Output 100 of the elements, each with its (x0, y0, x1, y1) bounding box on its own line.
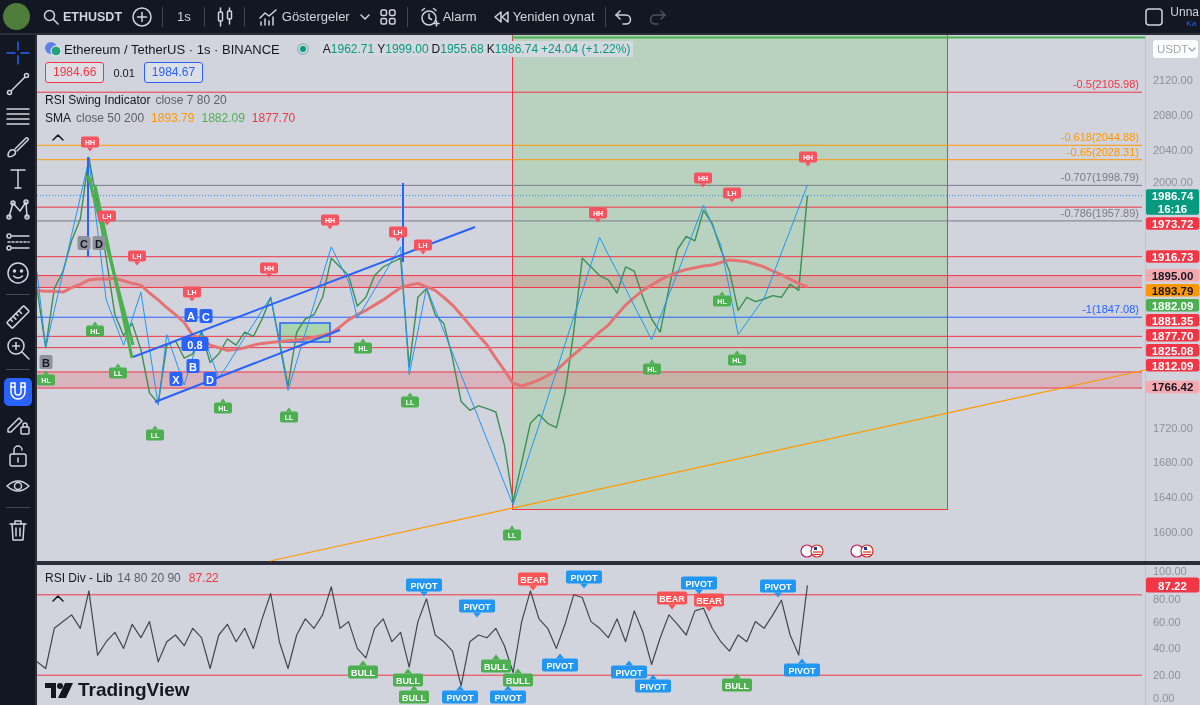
rewind-icon (492, 9, 509, 24)
indicators-button[interactable]: Göstergeler (257, 7, 350, 26)
ohlc-reading: Y1999.00 (374, 41, 429, 57)
value-tag: 87.22 (1146, 577, 1199, 593)
level-label: -0.707(1998.79) (1060, 171, 1139, 184)
magnet-icon[interactable] (3, 377, 32, 406)
signal-label: BULL (348, 660, 378, 679)
price-axis-label: 1720.00 (1153, 421, 1193, 434)
status-dot-icon (296, 43, 309, 55)
price-tag: 1881.35 (1146, 314, 1199, 327)
indicator-value: 1893.79 (151, 111, 195, 125)
level-label: -0.618(2044.88) (1060, 131, 1139, 144)
chevron-down-icon[interactable] (359, 13, 370, 20)
price-axis-label: 2120.00 (1153, 74, 1193, 86)
pattern-point-label: A (184, 308, 198, 322)
price-axis-label: 2080.00 (1153, 108, 1193, 121)
price-axis-label: 1600.00 (1153, 525, 1193, 538)
signal-label: BEAR (518, 572, 548, 591)
level-label: -1(1847.08) (1082, 303, 1139, 316)
signal-label: BEAR (657, 591, 687, 610)
pattern-point-label: D (92, 236, 106, 250)
signal-label: PIVOT (442, 685, 478, 704)
ohlc-reading: D1955.68 (428, 41, 484, 57)
indicator-name: RSI Swing Indicator (45, 93, 151, 107)
pattern-point-label: B (39, 355, 53, 369)
indicator-value: 87.22 (188, 571, 219, 585)
ohlc-reading: A1962.71 (319, 41, 375, 57)
signal-label: BULL (722, 673, 752, 692)
price-change: +24.04 (+1.22%) (538, 41, 634, 57)
price-axis-label: 2040.00 (1153, 143, 1193, 156)
price-tag: 1882.09 (1146, 299, 1199, 312)
signal-label: PIVOT (542, 653, 578, 672)
rsi-axis-label: 20.00 (1153, 669, 1181, 682)
price-axis-label: 1680.00 (1153, 456, 1193, 469)
chevron-up-icon[interactable] (52, 594, 64, 602)
line-chart-icon (257, 7, 278, 26)
account-name[interactable]: Unna (1170, 5, 1199, 18)
brand-name: TradingView (78, 679, 190, 701)
pattern-point-label: C (199, 309, 213, 323)
ruler-icon[interactable] (3, 302, 32, 331)
rsi-axis-label: 80.00 (1153, 592, 1181, 605)
price-tag: 1895.00 (1146, 269, 1199, 282)
plus-circle-icon[interactable] (132, 6, 153, 27)
pattern-point-label: D (203, 372, 217, 386)
candlestick-icon[interactable] (216, 6, 233, 27)
price-tag: 1893.79 (1146, 284, 1199, 297)
pattern-point-label: 0.8 (181, 337, 209, 351)
symbol-search-button[interactable]: ETHUSDT (43, 8, 123, 25)
indicator-params: 14 80 20 90 (117, 571, 181, 585)
rsi-axis-label: 100.00 (1153, 565, 1187, 577)
search-icon (43, 8, 59, 25)
rsi-axis-label: 40.00 (1153, 642, 1181, 655)
signal-label: PIVOT (490, 685, 526, 704)
level-label: -0.65(2028.31) (1066, 145, 1139, 158)
buy-price-button[interactable]: 1984.67 (143, 62, 204, 83)
signal-label: PIVOT (459, 599, 495, 618)
signal-label: PIVOT (406, 578, 442, 597)
signal-label: PIVOT (611, 660, 647, 679)
indicator-value: 1882.09 (201, 111, 245, 125)
flag-marker-icon (800, 544, 824, 558)
interval-button[interactable]: 1s (177, 9, 191, 24)
signal-label: PIVOT (760, 579, 796, 598)
avatar-icon[interactable] (3, 3, 30, 30)
alert-button[interactable]: Alarm (419, 6, 477, 27)
signal-label: BULL (393, 668, 423, 687)
price-tag: 1877.70 (1146, 329, 1199, 342)
price-tag: 1916.73 (1146, 250, 1199, 263)
spread-value: 0.01 (113, 66, 135, 79)
indicator-params: close 50 200 (76, 111, 145, 125)
price-tag: 1766.42 (1146, 380, 1199, 394)
indicator-name: SMA (45, 111, 71, 125)
ohlc-reading: K1986.74 (483, 41, 539, 57)
undo-icon[interactable] (614, 8, 633, 25)
rsi-axis-label: 60.00 (1153, 615, 1181, 628)
signal-label: BEAR (694, 593, 724, 612)
pattern-point-label: C (77, 236, 91, 250)
price-axis-label: 2000.00 (1153, 176, 1193, 189)
price-tag: 1825.08 (1146, 344, 1199, 357)
signal-label: PIVOT (681, 576, 717, 595)
price-axis-label: 1640.00 (1153, 491, 1193, 504)
indicator-value: 1877.70 (251, 111, 296, 125)
signal-label: BULL (399, 685, 429, 704)
grid-icon[interactable] (379, 8, 396, 25)
alarm-clock-icon (419, 6, 440, 27)
signal-label: PIVOT (784, 658, 820, 677)
replay-button[interactable]: Yeniden oynat (492, 9, 595, 24)
price-tag: 1986.74 16:16 (1146, 189, 1199, 215)
signal-label: PIVOT (566, 570, 602, 589)
pattern-point-label: X (169, 372, 183, 386)
account-subtitle[interactable]: Ka (1186, 19, 1197, 28)
caret-icon (1188, 46, 1197, 52)
chevron-up-icon[interactable] (52, 133, 64, 141)
indicator-params: close 7 80 20 (155, 93, 227, 107)
pattern-point-label: B (186, 359, 200, 373)
square-icon[interactable] (1144, 6, 1165, 27)
level-label: -0.786(1957.89) (1060, 206, 1139, 219)
symbol-title[interactable]: Ethereum / TetherUS · 1s · BINANCE (64, 41, 280, 57)
coin-pair-icon (45, 41, 61, 57)
rsi-axis-label: 0.00 (1153, 692, 1175, 704)
price-tag: 1973.72 (1146, 217, 1199, 230)
